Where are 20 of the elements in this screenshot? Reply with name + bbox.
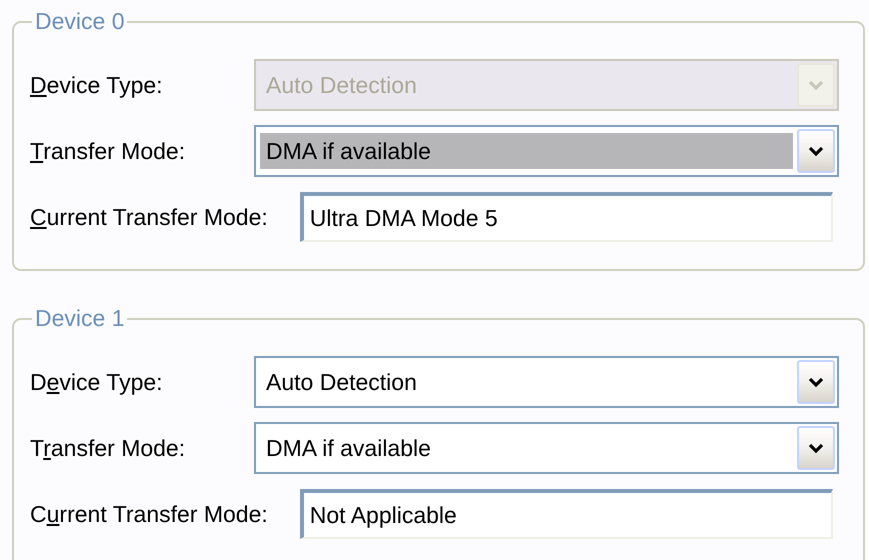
dropdown[interactable]: Auto Detection bbox=[254, 356, 839, 408]
field-label: Transfer Mode: bbox=[30, 138, 186, 164]
field-label: Current Transfer Mode: bbox=[30, 500, 268, 528]
dropdown[interactable]: DMA if available bbox=[254, 125, 839, 177]
chevron-down-icon bbox=[808, 146, 824, 156]
chevron-down-icon bbox=[808, 376, 824, 388]
dropdown-arrow-button[interactable] bbox=[797, 360, 835, 404]
field-label: Device Type: bbox=[30, 368, 164, 396]
read-only-field[interactable]: Ultra DMA Mode 5 bbox=[300, 192, 833, 242]
field-label: Transfer Mode: bbox=[30, 434, 186, 462]
group-title: Device 1 bbox=[34, 307, 126, 330]
dropdown[interactable]: DMA if available bbox=[254, 422, 839, 474]
dropdown-arrow-button[interactable] bbox=[797, 426, 835, 470]
field-label: Current Transfer Mode: bbox=[30, 204, 268, 230]
dropdown-arrow-button[interactable] bbox=[797, 129, 835, 173]
chevron-down-icon bbox=[808, 80, 824, 90]
field-label: Device Type: bbox=[30, 72, 164, 98]
chevron-down-icon bbox=[808, 442, 824, 454]
read-only-field[interactable]: Not Applicable bbox=[300, 489, 833, 539]
group-title: Device 0 bbox=[34, 10, 126, 33]
